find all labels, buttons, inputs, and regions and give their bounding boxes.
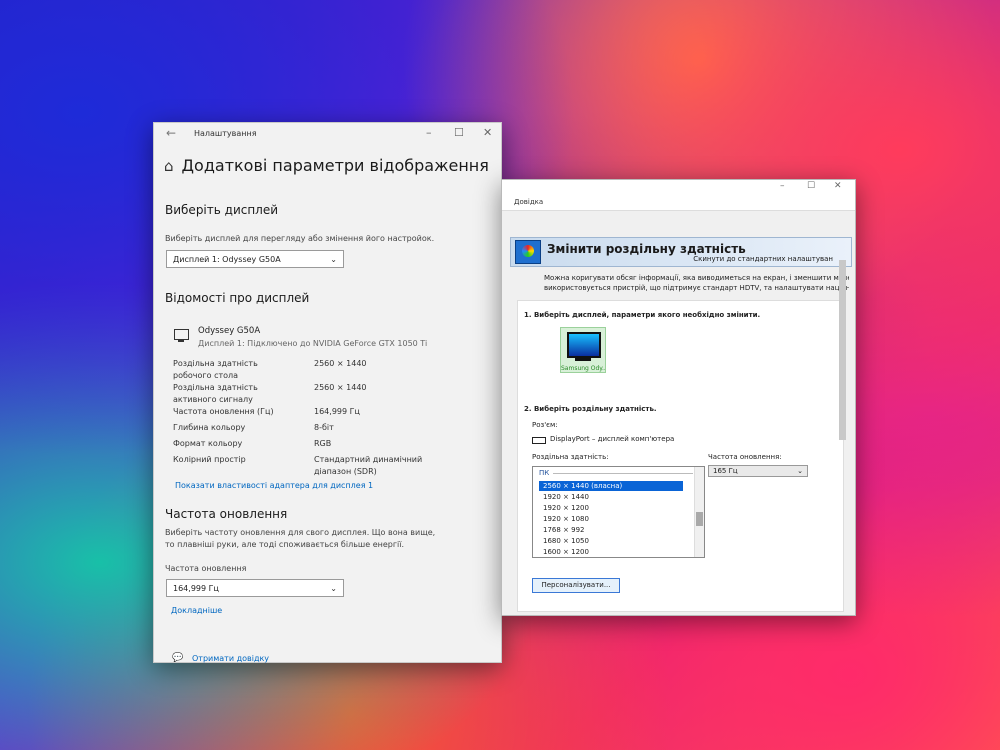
list-item[interactable]: 1920 × 1440 — [539, 492, 683, 502]
displayport-icon — [532, 437, 546, 444]
info-label: Глибина кольору — [173, 423, 246, 432]
select-display-description: Виберіть дисплей для перегляду або зміне… — [165, 234, 435, 243]
resolution-titlebar: – ☐ ✕ — [502, 180, 855, 196]
maximize-icon[interactable]: ☐ — [807, 181, 815, 191]
chevron-down-icon: ⌄ — [330, 584, 337, 593]
customize-button[interactable]: Персоналізувати... — [532, 578, 620, 593]
info-value: 8-біт — [314, 423, 334, 432]
select-display-heading: Виберіть дисплей — [165, 203, 279, 217]
home-icon[interactable]: ⌂ — [164, 157, 174, 175]
step1-label: 1. Виберіть дисплей, параметри якого нео… — [524, 311, 761, 319]
info-label: Роздільна здатність активного сигналу — [173, 383, 258, 404]
refresh-select-value: 164,999 Гц — [173, 584, 219, 593]
info-line: використовується пристрій, що підтримує … — [544, 284, 849, 292]
settings-window: ← Налаштування – ☐ ✕ ⌂ Додаткові парамет… — [153, 122, 502, 663]
refresh-label: Частота оновлення: — [708, 453, 782, 461]
resolution-title: Змінити роздільну здатність — [547, 242, 746, 256]
display-select[interactable]: Дисплей 1: Odyssey G50A ⌄ — [166, 250, 344, 268]
info-label: Формат кольору — [173, 439, 243, 448]
connector-value: DisplayPort – дисплей комп'ютера — [550, 435, 675, 443]
display-connection: Дисплей 1: Підключено до NVIDIA GeForce … — [198, 339, 428, 348]
info-value: RGB — [314, 439, 332, 448]
refresh-heading: Частота оновлення — [165, 507, 288, 521]
menu-help[interactable]: Довідка — [514, 198, 543, 206]
restore-defaults-link[interactable]: Скинути до стандартних налаштуван — [693, 255, 833, 263]
get-help-link[interactable]: Отримати довідку — [192, 654, 269, 663]
step2-label: 2. Виберіть роздільну здатність. — [524, 405, 657, 413]
refresh-select[interactable]: 164,999 Гц ⌄ — [166, 579, 344, 597]
list-group-label: ПК — [539, 469, 550, 477]
monitor-label: Samsung Ody... — [561, 365, 605, 372]
info-line: Можна коригувати обсяг інформації, яка в… — [544, 274, 849, 282]
scrollbar-thumb[interactable] — [696, 512, 703, 526]
refresh-rate-select[interactable]: 165 Гц ⌄ — [708, 465, 808, 477]
display-name: Odyssey G50A — [198, 326, 261, 336]
display-settings-icon — [515, 240, 541, 264]
info-value: Стандартний динамічний діапазон (SDR) — [314, 455, 423, 476]
info-label: Частота оновлення (Гц) — [173, 407, 274, 416]
close-icon[interactable]: ✕ — [483, 126, 492, 139]
monitor-tile[interactable]: Samsung Ody... — [560, 327, 606, 373]
list-item[interactable]: 1600 × 1200 — [539, 547, 683, 557]
monitor-stand — [575, 358, 591, 361]
scrollbar-thumb[interactable] — [839, 260, 846, 440]
info-value: 2560 × 1440 — [314, 383, 367, 392]
info-label: Роздільна здатність робочого стола — [173, 359, 258, 380]
resolution-panel: 1. Виберіть дисплей, параметри якого нео… — [517, 300, 844, 612]
list-item[interactable]: 1920 × 1200 — [539, 503, 683, 513]
refresh-rate-value: 165 Гц — [713, 467, 738, 475]
close-icon[interactable]: ✕ — [834, 181, 842, 191]
info-value: 164,999 Гц — [314, 407, 360, 416]
connector-label: Роз'єм: — [532, 421, 558, 429]
resolution-window: – ☐ ✕ Довідка Змінити роздільну здатніст… — [501, 179, 856, 616]
display-info-heading: Відомості про дисплей — [165, 291, 310, 305]
monitor-icon — [567, 332, 601, 358]
more-info-link[interactable]: Докладніше — [171, 606, 222, 615]
page-header: ⌂ Додаткові параметри відображення — [164, 156, 489, 175]
back-arrow-icon[interactable]: ← — [166, 126, 176, 140]
minimize-icon[interactable]: – — [426, 126, 432, 139]
resolution-banner: Змінити роздільну здатність Скинути до с… — [510, 237, 852, 267]
page-title: Додаткові параметри відображення — [181, 156, 489, 175]
refresh-field-label: Частота оновлення — [165, 564, 247, 573]
refresh-description: Виберіть частоту оновлення для свого дис… — [165, 528, 436, 549]
settings-app-title: Налаштування — [194, 129, 257, 138]
window-scrollbar[interactable] — [839, 255, 847, 605]
list-scrollbar[interactable] — [694, 467, 704, 557]
display-select-value: Дисплей 1: Odyssey G50A — [173, 255, 281, 264]
resolution-list[interactable]: ПК 2560 × 1440 (власна) 1920 × 1440 1920… — [532, 466, 705, 558]
adapter-properties-link[interactable]: Показати властивості адаптера для диспле… — [175, 481, 373, 490]
minimize-icon[interactable]: – — [780, 181, 785, 191]
settings-titlebar: ← Налаштування – ☐ ✕ — [154, 123, 501, 145]
info-value: 2560 × 1440 — [314, 359, 367, 368]
resolution-info: Можна коригувати обсяг інформації, яка в… — [544, 273, 849, 293]
menu-bar: Довідка — [502, 196, 855, 211]
chevron-down-icon: ⌄ — [797, 467, 803, 475]
list-item[interactable]: 1680 × 1050 — [539, 536, 683, 546]
resolution-label: Роздільна здатність: — [532, 453, 609, 461]
help-chat-icon: 💬 — [172, 653, 184, 663]
group-divider — [553, 473, 693, 474]
list-item[interactable]: 1768 × 992 — [539, 525, 683, 535]
chevron-down-icon: ⌄ — [330, 255, 337, 264]
info-label: Колірний простір — [173, 455, 246, 464]
list-item[interactable]: 1920 × 1080 — [539, 514, 683, 524]
maximize-icon[interactable]: ☐ — [454, 126, 464, 139]
monitor-icon — [174, 329, 189, 342]
list-item[interactable]: 2560 × 1440 (власна) — [539, 481, 683, 491]
